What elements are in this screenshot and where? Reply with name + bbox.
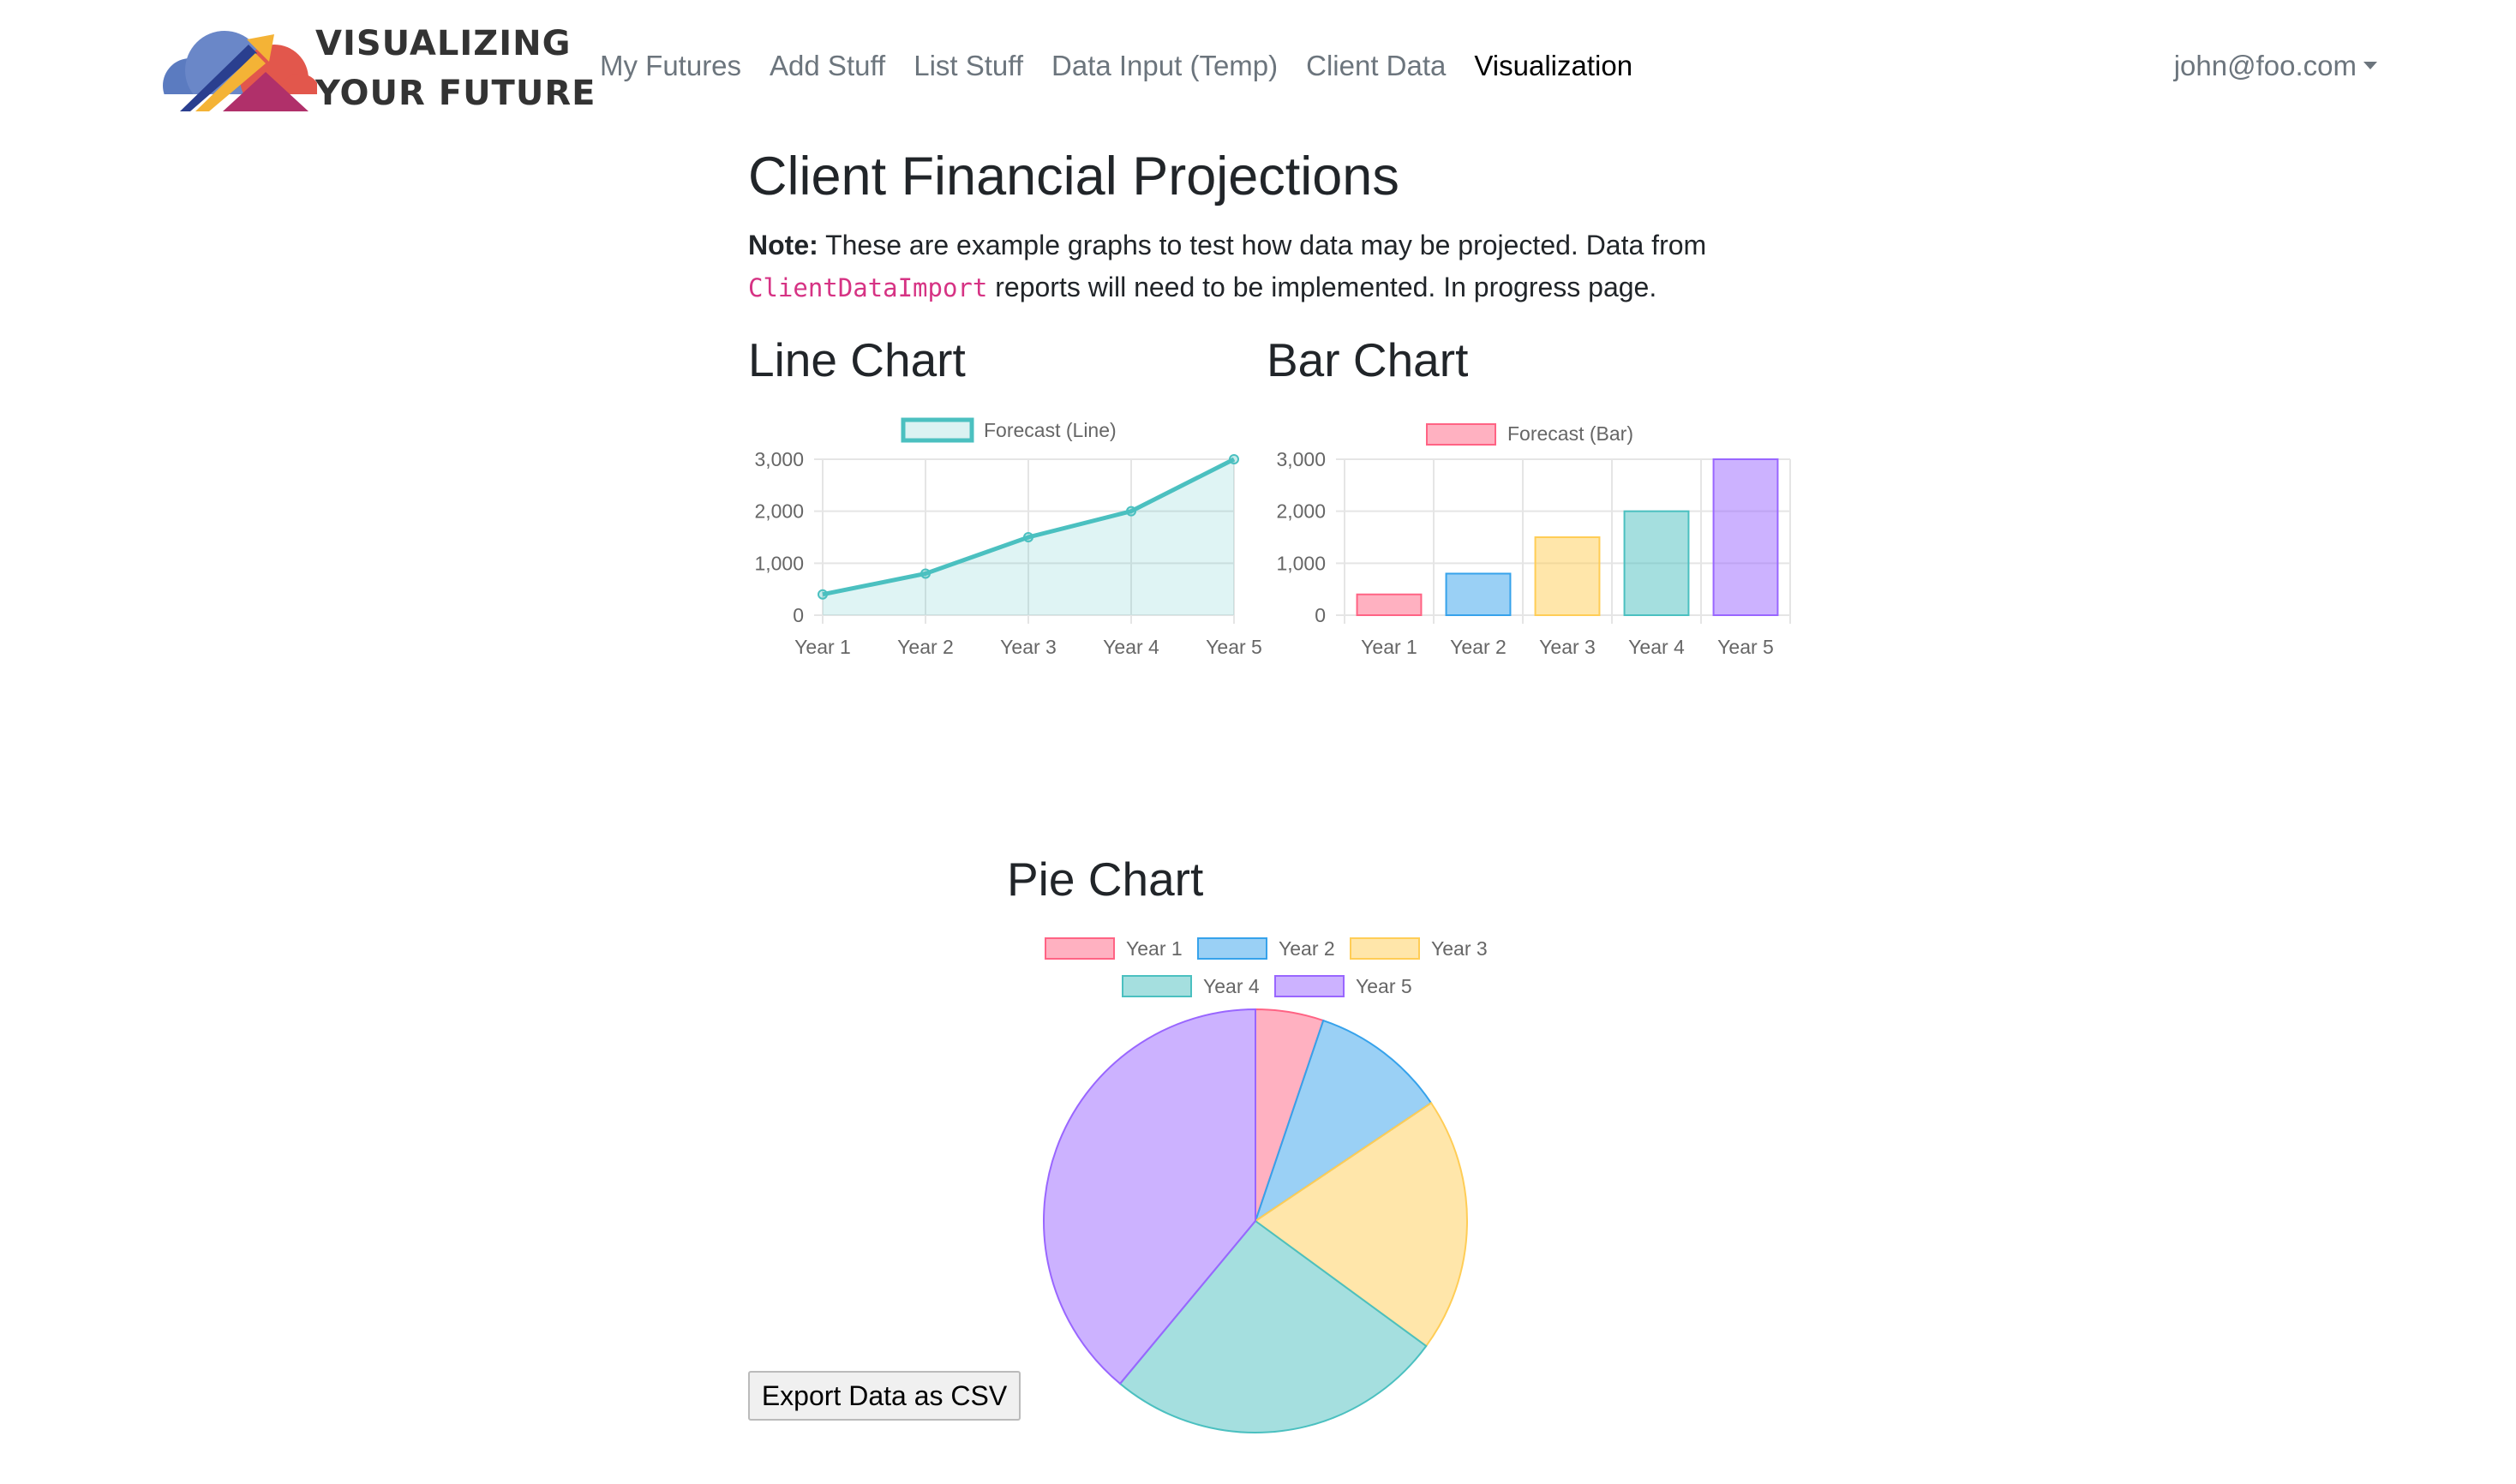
line-point	[920, 568, 931, 579]
brand-line1: VISUALIZING	[315, 24, 572, 63]
x-tick-label: Year 4	[1628, 636, 1685, 658]
legend-swatch	[1197, 937, 1267, 960]
y-tick-label: 3,000	[754, 448, 804, 470]
note-code: ClientDataImport	[748, 273, 988, 302]
bar	[1623, 510, 1690, 616]
nav-client-data[interactable]: Client Data	[1306, 50, 1446, 82]
line-point	[1023, 532, 1033, 542]
legend-swatch-forecast-line	[901, 417, 974, 443]
y-tick-label: 0	[793, 604, 804, 626]
line-chart-title: Line Chart	[748, 333, 966, 386]
x-tick-label: Year 3	[1000, 636, 1057, 658]
user-email: john@foo.com	[2173, 50, 2357, 81]
legend-label-forecast-line: Forecast (Line)	[984, 419, 1117, 441]
nav-links: My Futures Add Stuff List Stuff Data Inp…	[600, 50, 1661, 82]
note-paragraph: Note: These are example graphs to test h…	[748, 224, 1776, 309]
pie-chart[interactable]: Year 1 Year 2 Year 3 Year 4 Year 5	[977, 925, 1525, 1457]
line-point	[1126, 506, 1136, 517]
note-text-1: These are example graphs to test how dat…	[818, 230, 1707, 260]
x-tick-label: Year 4	[1103, 636, 1159, 658]
x-tick-label: Year 3	[1539, 636, 1596, 658]
legend-swatch	[1122, 975, 1192, 997]
y-tick-label: 2,000	[1276, 500, 1326, 523]
pie-chart-title: Pie Chart	[1007, 853, 1204, 906]
note-label: Note:	[748, 230, 818, 260]
x-tick-label: Year 2	[1450, 636, 1507, 658]
user-menu-dropdown[interactable]: john@foo.com	[2174, 50, 2377, 82]
x-tick-label: Year 5	[1717, 636, 1774, 658]
bar-chart[interactable]: Forecast (Bar) 0 1,000 2,000 3,000 Year 1 Year…	[1255, 411, 1791, 668]
legend-label: Year 3	[1431, 937, 1488, 960]
nav-my-futures[interactable]: My Futures	[600, 50, 741, 82]
logo[interactable]	[146, 19, 317, 113]
legend-label: Year 4	[1203, 975, 1260, 997]
nav-data-input[interactable]: Data Input (Temp)	[1051, 50, 1278, 82]
navbar: VISUALIZING YOUR FUTURE My Futures Add S…	[0, 0, 2516, 137]
legend-swatch	[1274, 975, 1345, 997]
brand-name[interactable]: VISUALIZING YOUR FUTURE	[315, 19, 596, 118]
x-tick-label: Year 5	[1206, 636, 1262, 658]
legend-label: Year 5	[1356, 975, 1412, 997]
bar-chart-title: Bar Chart	[1267, 333, 1469, 386]
y-tick-label: 1,000	[1276, 552, 1326, 574]
caret-down-icon	[2363, 61, 2377, 69]
nav-list-stuff[interactable]: List Stuff	[914, 50, 1023, 82]
x-tick-label: Year 1	[1361, 636, 1417, 658]
y-tick-label: 3,000	[1276, 448, 1326, 470]
bar	[1712, 458, 1779, 616]
y-tick-label: 2,000	[754, 500, 804, 523]
legend-swatch	[1045, 937, 1115, 960]
note-text-2: reports will need to be implemented. In …	[987, 272, 1657, 302]
legend-swatch-forecast-bar	[1426, 423, 1496, 446]
nav-add-stuff[interactable]: Add Stuff	[770, 50, 885, 82]
legend-label: Year 1	[1126, 937, 1183, 960]
line-chart[interactable]: Forecast (Line) 0 1,000 2,000 3,000 Year 1 Yea…	[737, 411, 1268, 668]
legend-label-forecast-bar: Forecast (Bar)	[1507, 422, 1633, 445]
legend-swatch	[1350, 937, 1420, 960]
bar	[1356, 593, 1423, 617]
line-point	[818, 589, 828, 600]
page-title: Client Financial Projections	[748, 147, 1399, 206]
bar	[1534, 536, 1601, 616]
x-tick-label: Year 1	[794, 636, 851, 658]
legend-label: Year 2	[1279, 937, 1335, 960]
line-point	[1229, 454, 1239, 464]
y-tick-label: 1,000	[754, 552, 804, 574]
y-tick-label: 0	[1315, 604, 1326, 626]
x-tick-label: Year 2	[897, 636, 954, 658]
brand-line2: YOUR FUTURE	[315, 74, 596, 113]
export-csv-button[interactable]: Export Data as CSV	[748, 1371, 1021, 1421]
nav-visualization[interactable]: Visualization	[1474, 50, 1632, 82]
bar	[1445, 572, 1512, 616]
